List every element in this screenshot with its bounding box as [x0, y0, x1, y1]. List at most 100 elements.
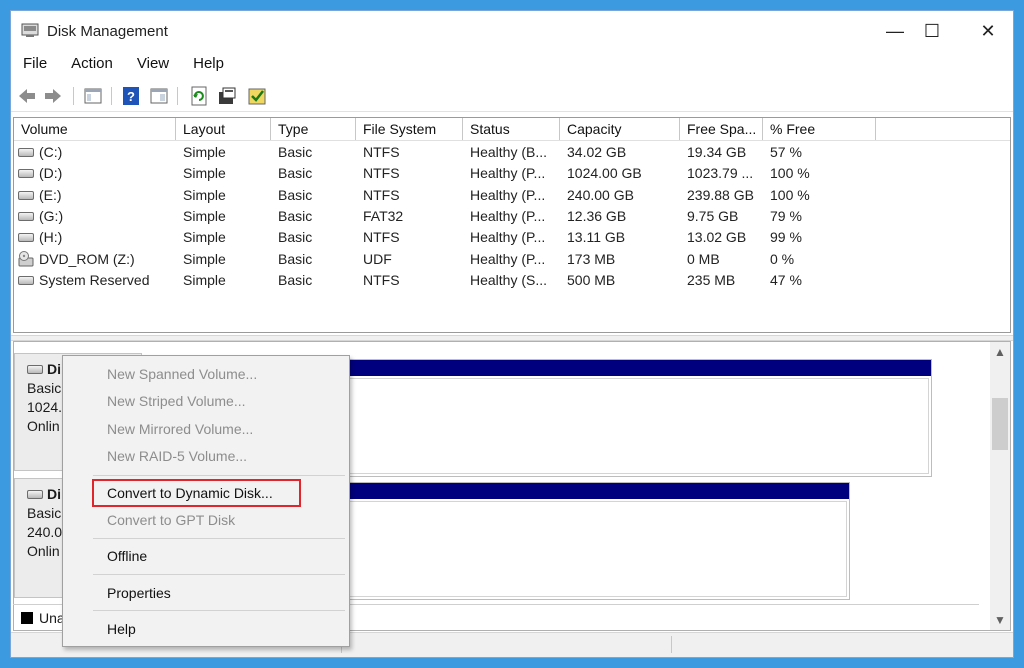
cell-type: Basic — [278, 250, 313, 267]
cell-volume: (D:) — [14, 163, 176, 184]
menu-file[interactable]: File — [11, 53, 59, 77]
scroll-up-icon[interactable]: ▲ — [990, 342, 1010, 362]
table-row[interactable]: (G:) Simple Basic FAT32 Healthy (P... 12.36 G… — [14, 206, 1010, 227]
disk-icon — [27, 490, 43, 499]
cell-free-space: 235 MB — [687, 271, 736, 288]
cell-file-system: NTFS — [363, 186, 400, 203]
maximize-button[interactable]: ☐ — [904, 11, 960, 51]
show-pane-icon[interactable] — [149, 86, 169, 106]
drive-icon — [18, 148, 34, 157]
refresh-icon[interactable] — [189, 86, 209, 106]
volume-name: System Reserved — [39, 271, 150, 288]
scroll-down-icon[interactable]: ▼ — [990, 610, 1010, 630]
cell-layout: Simple — [183, 165, 226, 182]
cell-capacity: 500 MB — [567, 271, 616, 288]
column-header-layout[interactable]: Layout — [176, 118, 271, 140]
legend-label: Una — [39, 610, 65, 626]
table-row[interactable]: (H:) Simple Basic NTFS Healthy (P... 13.11 GB… — [14, 227, 1010, 248]
cell-volume: (H:) — [14, 227, 176, 248]
cell-capacity: 173 MB — [567, 250, 616, 267]
menu-item-new-mirrored-volume[interactable]: New Mirrored Volume... — [107, 419, 253, 439]
menu-item-help[interactable]: Help — [107, 619, 136, 639]
cell-type: Basic — [278, 271, 313, 288]
cell-type: Basic — [278, 229, 313, 246]
menu-separator — [93, 475, 345, 476]
menu-item-properties[interactable]: Properties — [107, 583, 171, 603]
scroll-thumb[interactable] — [992, 398, 1008, 450]
column-header-free-space[interactable]: Free Spa... — [680, 118, 763, 140]
table-row[interactable]: (D:) Simple Basic NTFS Healthy (P... 1024.00 … — [14, 163, 1010, 184]
cell-type: Basic — [278, 186, 313, 203]
menu-item-new-striped-volume[interactable]: New Striped Volume... — [107, 391, 246, 411]
cell-type: Basic — [278, 144, 313, 160]
cell-status: Healthy (P... — [470, 186, 546, 203]
menu-item-offline[interactable]: Offline — [107, 546, 147, 566]
menu-separator — [93, 610, 345, 611]
forward-arrow-icon[interactable] — [43, 86, 63, 106]
menu-bar: File Action View Help — [11, 53, 1013, 77]
volume-name: DVD_ROM (Z:) — [39, 250, 135, 267]
column-header-percent-free[interactable]: % Free — [763, 118, 876, 140]
cell-layout: Simple — [183, 186, 226, 203]
column-header-capacity[interactable]: Capacity — [560, 118, 680, 140]
cell-free-space: 19.34 GB — [687, 144, 747, 160]
table-row[interactable]: (E:) Simple Basic NTFS Healthy (P... 240.00 G… — [14, 185, 1010, 206]
disk-pane-scrollbar[interactable]: ▲ ▼ — [990, 342, 1010, 630]
toolbar-separator — [73, 87, 74, 105]
cell-file-system: NTFS — [363, 165, 400, 182]
title-bar: Disk Management — ☐ ✕ — [11, 11, 1013, 51]
cell-layout: Simple — [183, 207, 226, 224]
column-header-volume[interactable]: Volume — [14, 118, 176, 140]
volume-name: (H:) — [39, 229, 63, 246]
cell-type: Basic — [278, 207, 313, 224]
cell-status: Healthy (P... — [470, 229, 546, 246]
cell-file-system: UDF — [363, 250, 392, 267]
help-icon[interactable]: ? — [121, 86, 141, 106]
cell-layout: Simple — [183, 250, 226, 267]
cell-percent-free: 0 % — [770, 250, 795, 267]
menu-separator — [93, 574, 345, 575]
cell-percent-free: 100 % — [770, 186, 810, 203]
status-segment — [671, 636, 672, 653]
console-tree-icon[interactable] — [83, 86, 103, 106]
cell-file-system: FAT32 — [363, 207, 404, 224]
disk-icon — [27, 365, 43, 374]
volume-name: (G:) — [39, 207, 64, 224]
column-header-status[interactable]: Status — [463, 118, 560, 140]
disk-name: Di — [47, 361, 61, 377]
close-icon: ✕ — [980, 20, 996, 41]
table-row[interactable]: DVD_ROM (Z:) Simple Basic UDF Healthy (P... 1… — [14, 249, 1010, 270]
column-header-type[interactable]: Type — [271, 118, 356, 140]
column-header-file-system[interactable]: File System — [356, 118, 463, 140]
maximize-icon: ☐ — [923, 20, 941, 41]
check-disk-icon[interactable] — [247, 86, 267, 106]
table-row[interactable]: System Reserved Simple Basic NTFS Healthy (S… — [14, 270, 1010, 291]
cell-volume: (C:) — [14, 142, 176, 163]
unallocated-legend-swatch — [21, 612, 33, 624]
cell-status: Healthy (P... — [470, 250, 546, 267]
menu-view[interactable]: View — [125, 53, 181, 77]
menu-help[interactable]: Help — [181, 53, 236, 77]
disk-name: Di — [47, 486, 61, 502]
close-button[interactable]: ✕ — [960, 11, 1013, 51]
cell-percent-free: 57 % — [770, 144, 802, 160]
properties-icon[interactable] — [217, 86, 237, 106]
cell-capacity: 1024.00 GB — [567, 165, 642, 182]
volume-name: (E:) — [39, 186, 62, 203]
minimize-icon: — — [886, 20, 904, 41]
volume-list: Volume Layout Type File System Status Ca… — [13, 117, 1011, 333]
back-arrow-icon[interactable] — [17, 86, 37, 106]
menu-item-new-raid5-volume[interactable]: New RAID-5 Volume... — [107, 446, 247, 466]
menu-action[interactable]: Action — [59, 53, 125, 77]
cell-file-system: NTFS — [363, 271, 400, 288]
table-row[interactable]: (C:) Simple Basic NTFS Healthy (B... 34.02 GB… — [14, 142, 1010, 163]
menu-item-convert-to-gpt-disk[interactable]: Convert to GPT Disk — [107, 510, 235, 530]
cell-volume: System Reserved — [14, 270, 176, 291]
menu-item-new-spanned-volume[interactable]: New Spanned Volume... — [107, 364, 257, 384]
cell-free-space: 0 MB — [687, 250, 720, 267]
cell-capacity: 12.36 GB — [567, 207, 627, 224]
cell-status: Healthy (P... — [470, 165, 546, 182]
cell-volume: DVD_ROM (Z:) — [14, 249, 176, 270]
cell-type: Basic — [278, 165, 313, 182]
volume-name: (C:) — [39, 144, 63, 160]
